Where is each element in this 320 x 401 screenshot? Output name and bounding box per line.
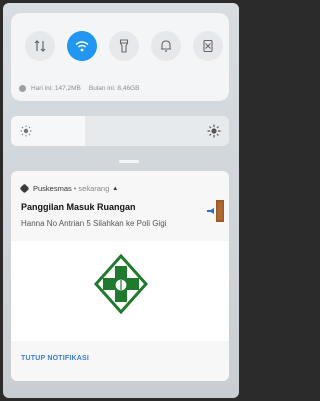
notification-header: Puskesmas • sekarang ▲ — [19, 183, 118, 194]
data-sync-icon — [34, 40, 46, 52]
notification-title: Panggilan Masuk Ruangan — [21, 202, 136, 212]
puskesmas-logo-icon — [94, 254, 148, 314]
door-icon — [207, 200, 224, 222]
flashlight-icon — [119, 39, 129, 53]
chevron-up-icon[interactable]: ▲ — [112, 186, 118, 192]
bell-icon — [161, 40, 171, 52]
usage-month: Bulan ini: 8,46GB — [88, 85, 140, 92]
data-usage-icon — [19, 85, 26, 92]
data-sync-tile[interactable] — [25, 31, 55, 61]
brightness-slider[interactable] — [11, 116, 229, 146]
notification-shade: Hari ini: 147,2MB Bulan ini: 8,46GB Pusk… — [3, 3, 239, 398]
flashlight-tile[interactable] — [109, 31, 139, 61]
notification-bell-tile[interactable] — [151, 31, 181, 61]
quick-settings-panel: Hari ini: 147,2MB Bulan ini: 8,46GB — [11, 13, 229, 101]
wifi-tile[interactable] — [67, 31, 97, 61]
data-usage-row[interactable]: Hari ini: 147,2MB Bulan ini: 8,46GB — [19, 85, 139, 92]
app-icon — [19, 183, 30, 194]
notification-time: sekarang — [78, 184, 110, 193]
wifi-icon — [75, 41, 89, 52]
header-separator: • — [73, 184, 77, 193]
dismiss-notification-button[interactable]: TUTUP NOTIFIKASI — [21, 355, 89, 362]
notification-text: Hanna No Antrian 5 Silahkan ke Poli Gigi — [21, 219, 167, 228]
drag-handle[interactable] — [119, 160, 139, 163]
brightness-low-icon — [20, 125, 32, 137]
usage-today: Hari ini: 147,2MB — [31, 85, 81, 92]
notification-card[interactable]: Puskesmas • sekarang ▲ Panggilan Masuk R… — [11, 171, 229, 381]
brightness-high-icon — [207, 124, 221, 138]
no-signal-icon — [203, 39, 213, 53]
signal-tile[interactable] — [193, 31, 223, 61]
notification-image — [11, 241, 229, 341]
app-name: Puskesmas — [33, 184, 72, 193]
